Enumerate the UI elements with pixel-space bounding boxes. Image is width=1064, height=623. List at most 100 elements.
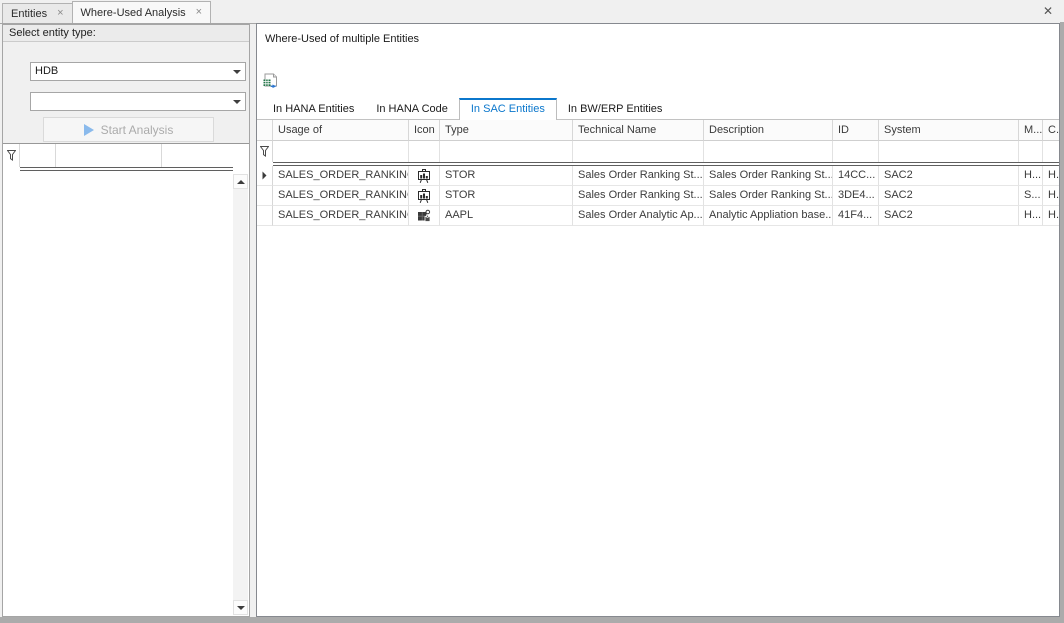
arrow-up-icon <box>237 180 245 184</box>
cell-description: Sales Order Ranking St... <box>704 166 833 186</box>
cell-system: SAC2 <box>879 166 1019 186</box>
start-analysis-label: Start Analysis <box>101 123 174 137</box>
column-header-icon[interactable]: Icon <box>409 120 440 141</box>
filter-funnel-icon <box>260 146 269 157</box>
cell-usage-of: SALES_ORDER_RANKING <box>273 166 409 186</box>
entity-selection-panel: Select entity type: HDB Start Analysis <box>2 24 250 617</box>
export-to-excel-icon <box>263 73 279 89</box>
cell-technical-name: Sales Order Ranking St... <box>573 166 704 186</box>
cell-description: Sales Order Ranking St... <box>704 186 833 206</box>
cell-id: 41F4... <box>833 206 879 226</box>
cell-c: H. <box>1043 186 1059 206</box>
filter-funnel-icon <box>7 150 16 161</box>
application-window: { "window": { "close_label": "✕" }, "doc… <box>0 0 1064 623</box>
filter-cell[interactable] <box>20 144 56 167</box>
cell-m: H... <box>1019 166 1043 186</box>
grid-header-row: Usage of Icon Type Technical Name Descri… <box>257 120 1059 141</box>
filter-cell[interactable] <box>833 141 879 162</box>
column-header-c[interactable]: C. <box>1043 120 1059 141</box>
cell-m: H... <box>1019 206 1043 226</box>
entity-type-combobox[interactable]: HDB <box>30 62 246 81</box>
entity-list-grid <box>3 143 249 616</box>
start-analysis-button[interactable]: Start Analysis <box>43 117 214 142</box>
tab-entities-label: Entities <box>11 8 47 20</box>
window-border-right <box>1060 22 1064 623</box>
cell-type: AAPL <box>440 206 573 226</box>
cell-icon <box>409 166 440 186</box>
cell-technical-name: Sales Order Ranking St... <box>573 186 704 206</box>
cell-type: STOR <box>440 186 573 206</box>
filter-row-indicator <box>3 144 20 167</box>
column-header-usage-of[interactable]: Usage of <box>273 120 409 141</box>
tab-in-hana-code[interactable]: In HANA Code <box>365 99 459 120</box>
cell-system: SAC2 <box>879 186 1019 206</box>
close-icon[interactable]: ✕ <box>1040 4 1056 19</box>
filter-cell[interactable] <box>573 141 704 162</box>
table-row[interactable]: SALES_ORDER_RANKING AAPL Sales Order Ana… <box>257 206 1059 226</box>
filter-cell[interactable] <box>440 141 573 162</box>
chevron-down-icon[interactable] <box>228 63 245 80</box>
cell-id: 3DE4... <box>833 186 879 206</box>
tab-in-hana-entities[interactable]: In HANA Entities <box>262 99 365 120</box>
row-indicator-cell <box>257 186 273 206</box>
cell-icon <box>409 186 440 206</box>
table-row[interactable]: SALES_ORDER_RANKING STOR Sales Order Ran… <box>257 166 1059 186</box>
filter-cell[interactable] <box>273 141 409 162</box>
analytic-application-icon <box>417 209 431 223</box>
tab-entities[interactable]: Entities × <box>2 3 73 23</box>
vertical-scrollbar[interactable] <box>233 174 248 615</box>
where-used-grid: Usage of Icon Type Technical Name Descri… <box>257 120 1059 616</box>
cell-description: Analytic Appliation base... <box>704 206 833 226</box>
cell-system: SAC2 <box>879 206 1019 226</box>
cell-usage-of: SALES_ORDER_RANKING <box>273 206 409 226</box>
column-header-system[interactable]: System <box>879 120 1019 141</box>
tab-entities-close-icon[interactable]: × <box>57 8 63 19</box>
cell-technical-name: Sales Order Analytic Ap... <box>573 206 704 226</box>
export-to-excel-button[interactable] <box>262 72 280 90</box>
tab-where-used-analysis[interactable]: Where-Used Analysis × <box>72 1 212 23</box>
arrow-down-icon <box>237 606 245 610</box>
filter-cell[interactable] <box>409 141 440 162</box>
column-header-technical-name[interactable]: Technical Name <box>573 120 704 141</box>
document-tabstrip: Entities × Where-Used Analysis × <box>0 0 1064 24</box>
play-icon <box>84 124 94 136</box>
entity-grid-filter-row <box>3 144 249 167</box>
tab-where-used-analysis-label: Where-Used Analysis <box>81 7 186 19</box>
row-indicator-cell <box>257 206 273 226</box>
focused-row-arrow-icon <box>262 171 267 180</box>
page-title: Where-Used of multiple Entities <box>265 33 419 45</box>
scroll-up-button[interactable] <box>233 174 248 189</box>
filter-cell[interactable] <box>704 141 833 162</box>
scroll-down-button[interactable] <box>233 600 248 615</box>
column-header-type[interactable]: Type <box>440 120 573 141</box>
filter-cell[interactable] <box>1043 141 1059 162</box>
filter-row-separator <box>20 167 233 171</box>
tab-in-sac-entities[interactable]: In SAC Entities <box>459 98 557 120</box>
cell-id: 14CC... <box>833 166 879 186</box>
table-row[interactable]: SALES_ORDER_RANKING STOR Sales Order Ran… <box>257 186 1059 206</box>
row-indicator-cell <box>257 166 273 186</box>
cell-type: STOR <box>440 166 573 186</box>
tab-where-used-analysis-close-icon[interactable]: × <box>196 7 202 18</box>
result-tabstrip: In HANA Entities In HANA Code In SAC Ent… <box>262 98 673 120</box>
window-border-bottom <box>0 617 1064 623</box>
filter-row-indicator <box>257 141 273 162</box>
panel-caption: Select entity type: <box>3 25 249 42</box>
column-header-description[interactable]: Description <box>704 120 833 141</box>
filter-cell[interactable] <box>1019 141 1043 162</box>
where-used-panel: Where-Used of multiple Entities In HANA … <box>256 23 1060 617</box>
filter-cell[interactable] <box>56 144 162 167</box>
grid-filter-row <box>257 141 1059 162</box>
filter-cell[interactable] <box>162 144 249 167</box>
column-header-m[interactable]: M... <box>1019 120 1043 141</box>
tab-in-bw-erp-entities[interactable]: In BW/ERP Entities <box>557 99 674 120</box>
cell-c: H. <box>1043 166 1059 186</box>
column-header-id[interactable]: ID <box>833 120 879 141</box>
entity-combobox[interactable] <box>30 92 246 111</box>
cell-icon <box>409 206 440 226</box>
entity-type-combobox-value: HDB <box>35 63 58 80</box>
chevron-down-icon[interactable] <box>228 93 245 110</box>
cell-usage-of: SALES_ORDER_RANKING <box>273 186 409 206</box>
filter-cell[interactable] <box>879 141 1019 162</box>
cell-c: H. <box>1043 206 1059 226</box>
